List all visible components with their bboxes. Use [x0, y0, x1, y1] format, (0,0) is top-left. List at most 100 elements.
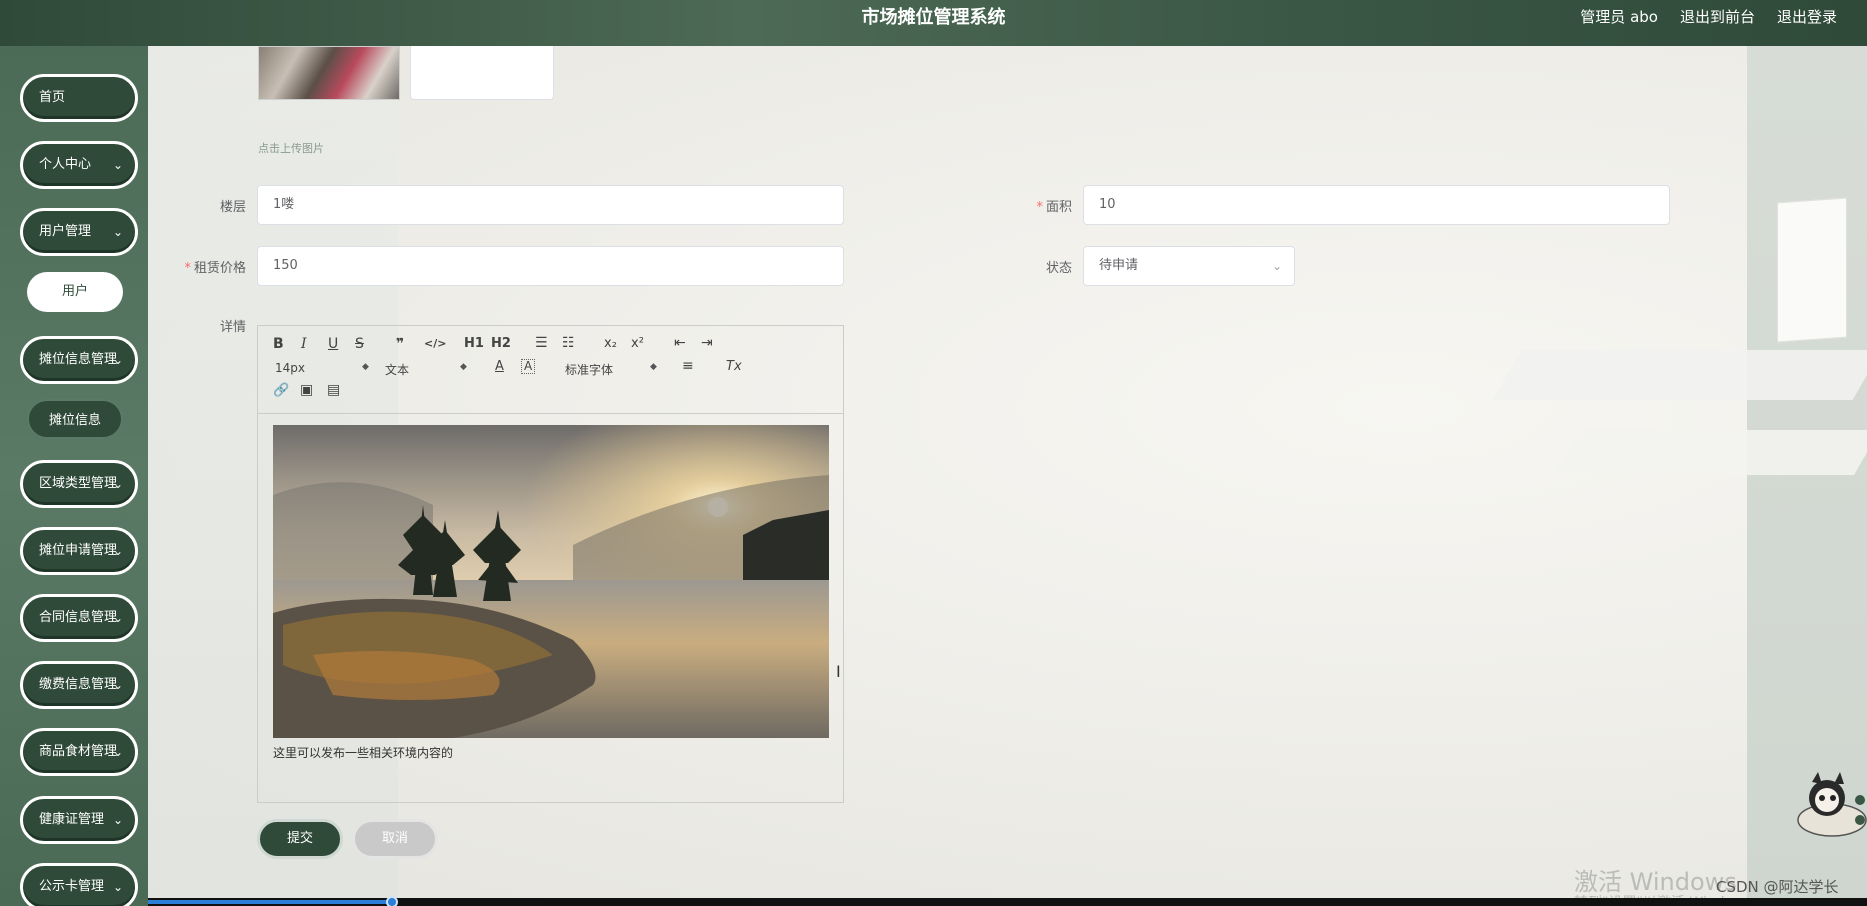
h1-icon[interactable]: H1: [464, 336, 484, 351]
floor-label: 楼层: [136, 196, 246, 215]
submit-button[interactable]: 提交: [257, 819, 343, 859]
sidebar-item-label: 区域类型管理: [39, 476, 118, 491]
italic-icon[interactable]: I: [301, 336, 307, 352]
sidebar-item-payment-management[interactable]: 缴费信息管理 ⌄: [20, 661, 138, 709]
sidebar-item-label: 首页: [39, 90, 66, 105]
bold-icon[interactable]: B: [273, 336, 284, 352]
mascot-icon: [1772, 770, 1867, 840]
sidebar-item-stall-info-management[interactable]: 摊位信息管理 ⌄: [20, 336, 138, 384]
sidebar-item-user-management[interactable]: 用户管理 ⌄: [20, 208, 138, 256]
sidebar-item-goods-management[interactable]: 商品食材管理 ⌄: [20, 728, 138, 776]
h2-icon[interactable]: H2: [491, 336, 511, 351]
sidebar-item-label: 公示卡管理: [39, 879, 105, 894]
chevron-down-icon: ⌄: [112, 880, 123, 894]
area-input[interactable]: 10: [1083, 185, 1670, 225]
top-header: 市场摊位管理系统 管理员 abo 退出到前台 退出登录: [0, 0, 1867, 46]
detail-label-text: 详情: [219, 320, 246, 335]
editor-embedded-image: [273, 425, 829, 738]
video-progress-knob[interactable]: [386, 896, 398, 906]
area-label: * 面积: [962, 196, 1072, 215]
sidebar-item-label: 商品食材管理: [39, 744, 118, 759]
video-progress-bar[interactable]: [0, 896, 1867, 906]
user-label: 管理员 abo: [1580, 8, 1658, 26]
sidebar-item-stall-application-management[interactable]: 摊位申请管理 ⌄: [20, 527, 138, 575]
ordered-list-icon[interactable]: ☰: [535, 335, 548, 351]
sidebar-subitem-label: 用户: [61, 284, 88, 299]
upload-hint[interactable]: 点击上传图片: [258, 140, 324, 156]
csdn-watermark: CSDN @阿达学长: [1716, 878, 1839, 896]
indent-icon[interactable]: ⇥: [701, 335, 713, 351]
upload-image-slot[interactable]: [410, 46, 554, 100]
font-size-value: 14px: [275, 361, 305, 375]
align-icon[interactable]: ≡: [682, 358, 694, 374]
select-arrows-icon: ◆: [362, 362, 369, 372]
sidebar-item-health-cert-management[interactable]: 健康证管理 ⌄: [20, 796, 138, 844]
rich-text-editor: B I U S ❞ </> H1 H2 ☰ ☷ x₂ x² ⇤ ⇥ 14px ◆…: [257, 325, 844, 803]
status-select-value: 待申请: [1099, 258, 1139, 273]
status-label-text: 状态: [1045, 261, 1072, 276]
logout-link[interactable]: 退出登录: [1777, 0, 1837, 36]
link-icon[interactable]: 🔗: [273, 383, 289, 398]
outdent-icon[interactable]: ⇤: [674, 335, 686, 351]
select-arrows-icon: ◆: [460, 362, 467, 372]
chevron-down-icon: ⌄: [112, 678, 123, 692]
uploaded-image-thumbnail[interactable]: [258, 46, 400, 100]
font-family-value: 标准字体: [565, 363, 614, 377]
exit-to-front-link[interactable]: 退出到前台: [1680, 0, 1755, 36]
price-input[interactable]: 150: [257, 246, 844, 286]
video-icon[interactable]: ▤: [327, 382, 340, 398]
sidebar-item-label: 摊位信息管理: [39, 352, 118, 367]
chevron-down-icon: ⌄: [112, 745, 123, 759]
select-arrows-icon: ◆: [650, 362, 657, 372]
sidebar-subitem-stall-info[interactable]: 摊位信息: [27, 399, 123, 439]
sidebar-item-label: 缴费信息管理: [39, 677, 118, 692]
strike-icon[interactable]: S: [355, 336, 364, 352]
sidebar-item-public-card-management[interactable]: 公示卡管理 ⌄: [20, 863, 138, 906]
required-mark: *: [1036, 200, 1043, 215]
background-shelf: [1554, 430, 1867, 475]
required-mark: *: [184, 261, 191, 276]
code-block-icon[interactable]: </>: [424, 337, 446, 350]
editor-caption-text[interactable]: 这里可以发布一些相关环境内容的: [273, 744, 453, 761]
editor-toolbar: B I U S ❞ </> H1 H2 ☰ ☷ x₂ x² ⇤ ⇥ 14px ◆…: [258, 326, 843, 414]
chevron-down-icon: ⌄: [112, 353, 123, 367]
underline-icon[interactable]: U: [328, 336, 338, 352]
text-cursor-icon: I: [836, 662, 841, 681]
cancel-button[interactable]: 取消: [352, 819, 438, 859]
status-select[interactable]: 待申请 ⌄: [1083, 246, 1295, 286]
status-label: 状态: [962, 257, 1072, 276]
chevron-down-icon: ⌄: [112, 158, 123, 172]
font-color-icon[interactable]: A: [495, 359, 504, 374]
sidebar-subitem-user[interactable]: 用户: [27, 272, 123, 312]
chevron-down-icon: ⌄: [112, 544, 123, 558]
background-color-icon[interactable]: A: [521, 359, 536, 374]
lake-sunset-image: [273, 425, 829, 738]
sidebar-subitem-label: 摊位信息: [48, 413, 101, 428]
floor-input[interactable]: 1喽: [257, 185, 844, 225]
bullet-list-icon[interactable]: ☷: [562, 335, 575, 351]
superscript-icon[interactable]: x²: [631, 336, 644, 351]
font-size-select[interactable]: 14px ◆: [275, 361, 369, 375]
image-icon[interactable]: ▣: [300, 382, 313, 398]
font-family-select[interactable]: 标准字体 ◆: [565, 361, 660, 378]
chevron-down-icon: ⌄: [112, 477, 123, 491]
background-panel: [1777, 197, 1847, 343]
sidebar-item-label: 用户管理: [39, 224, 92, 239]
detail-label: 详情: [136, 316, 246, 335]
chevron-down-icon: ⌄: [112, 225, 123, 239]
chevron-down-icon: ⌄: [1271, 259, 1282, 273]
blockquote-icon[interactable]: ❞: [396, 336, 404, 352]
background-shelf: [1492, 350, 1867, 400]
header-select[interactable]: 文本 ◆: [385, 361, 470, 378]
sidebar-item-label: 合同信息管理: [39, 610, 118, 625]
clean-format-icon[interactable]: Tx: [726, 359, 742, 374]
sidebar-item-personal-center[interactable]: 个人中心 ⌄: [20, 141, 138, 189]
subscript-icon[interactable]: x₂: [604, 336, 617, 351]
sidebar-item-label: 摊位申请管理: [39, 543, 118, 558]
price-label-text: 租赁价格: [193, 261, 246, 276]
sidebar-item-contract-management[interactable]: 合同信息管理 ⌄: [20, 594, 138, 642]
sidebar-item-area-type-management[interactable]: 区域类型管理 ⌄: [20, 460, 138, 508]
sidebar-item-home[interactable]: 首页: [20, 74, 138, 122]
header-select-value: 文本: [385, 363, 410, 377]
sidebar: 首页 个人中心 ⌄ 用户管理 ⌄ 用户 摊位信息管理 ⌄ 摊位信息 区域类型管理…: [0, 46, 148, 906]
